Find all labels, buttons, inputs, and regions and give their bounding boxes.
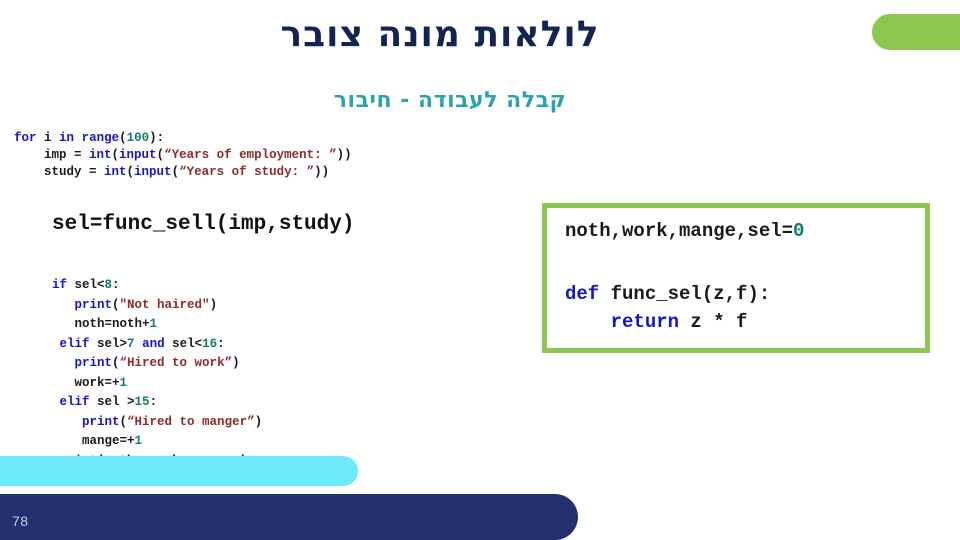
highlight-box-function-definition: noth,work,mange,sel=0 def func_sel(z,f):… (542, 203, 930, 353)
code-block-function-call: sel=func_sell(imp,study) (52, 213, 355, 236)
page-subtitle: קבלה לעבודה - חיבור (333, 88, 567, 113)
page-number: 78 (12, 513, 29, 529)
page-title: לולאות מונה צובר (280, 14, 600, 55)
slide-canvas: לולאות מונה צובר קבלה לעבודה - חיבור for… (0, 0, 960, 540)
decorative-navy-bar (0, 494, 578, 540)
code-block-function-def: def func_sel(z,f): return z * f (565, 283, 771, 333)
code-block-input-loop: for i in range(100): imp = int(input(“Ye… (14, 131, 352, 179)
decorative-cyan-bar (0, 456, 358, 486)
code-line-variable-init: noth,work,mange,sel=0 (565, 220, 805, 242)
decorative-green-pill (872, 14, 960, 50)
code-block-conditionals: if sel<8: print("Not haired") noth=noth+… (52, 278, 263, 468)
